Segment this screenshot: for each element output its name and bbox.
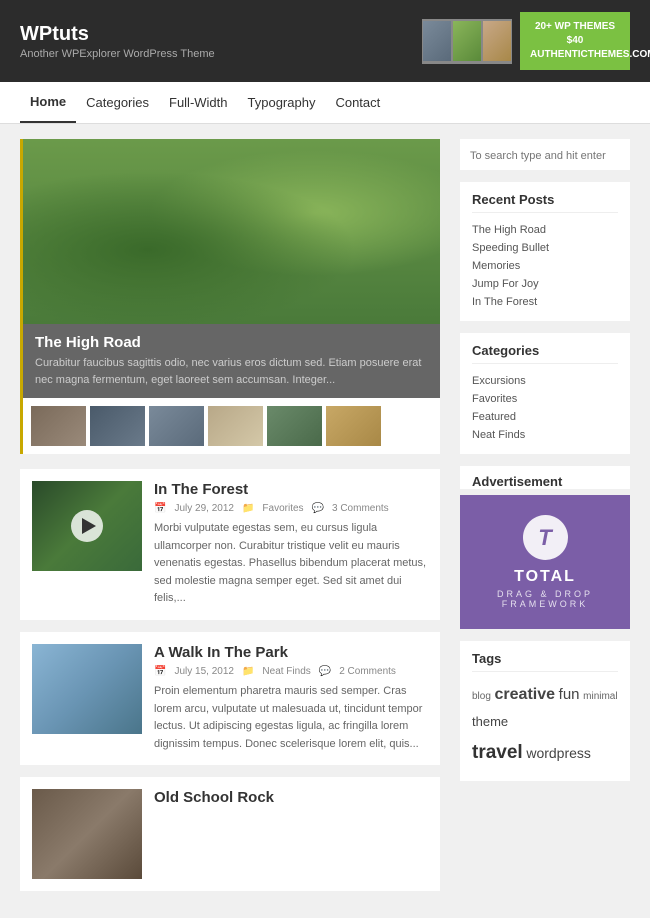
- post-meta-park: 📅 July 15, 2012 📁 Neat Finds 💬 2 Comment…: [154, 666, 428, 677]
- thumbnail-1[interactable]: [31, 406, 86, 446]
- ad-widget[interactable]: T TOTAL DRAG & DROPFRAMEWORK: [460, 495, 630, 629]
- post-date-icon: 📅: [154, 503, 166, 514]
- ad-cta-button[interactable]: 20+ WP THEMES $40 AUTHENTICTHEMES.COM: [520, 12, 630, 70]
- tag-theme[interactable]: theme: [472, 714, 508, 729]
- post-title-rock[interactable]: Old School Rock: [154, 789, 428, 806]
- sidebar-categories: Categories Excursions Favorites Featured…: [460, 333, 630, 454]
- category-favorites[interactable]: Favorites: [472, 390, 618, 408]
- post-walk-park: A Walk In The Park 📅 July 15, 2012 📁 Nea…: [20, 632, 440, 765]
- sidebar-tags: Tags blog creative fun minimal theme tra…: [460, 641, 630, 781]
- tags-cloud: blog creative fun minimal theme travel w…: [472, 680, 618, 771]
- tag-wordpress[interactable]: wordpress: [526, 745, 591, 761]
- site-title: WPtuts: [20, 23, 215, 46]
- post-comments-park[interactable]: 2 Comments: [339, 666, 396, 677]
- nav-home[interactable]: Home: [20, 82, 76, 123]
- main-navigation: Home Categories Full-Width Typography Co…: [0, 82, 650, 124]
- recent-post-5[interactable]: In The Forest: [472, 293, 618, 311]
- site-branding: WPtuts Another WPExplorer WordPress Them…: [20, 23, 215, 60]
- post-comments-forest[interactable]: 3 Comments: [332, 503, 389, 514]
- post-content-forest: In The Forest 📅 July 29, 2012 📁 Favorite…: [154, 481, 428, 608]
- post-content-rock: Old School Rock: [154, 789, 428, 879]
- ad-thumbnail: [422, 19, 512, 64]
- ad-widget-letter: T: [538, 525, 551, 551]
- ad-widget-circle: T: [523, 515, 568, 560]
- category-featured[interactable]: Featured: [472, 408, 618, 426]
- ad-widget-subtitle: DRAG & DROPFRAMEWORK: [480, 589, 610, 609]
- ad-widget-title: TOTAL: [480, 568, 610, 586]
- play-icon: [82, 518, 96, 534]
- post-date-icon-park: 📅: [154, 666, 166, 677]
- post-date-park: July 15, 2012: [174, 666, 234, 677]
- tag-creative[interactable]: creative: [495, 686, 556, 703]
- nav-contact[interactable]: Contact: [325, 83, 390, 122]
- sidebar: Recent Posts The High Road Speeding Bull…: [460, 139, 630, 903]
- post-excerpt-park: Proin elementum pharetra mauris sed semp…: [154, 683, 428, 753]
- site-header: WPtuts Another WPExplorer WordPress Them…: [0, 0, 650, 82]
- thumbnail-2[interactable]: [90, 406, 145, 446]
- post-thumbnail-rock[interactable]: [32, 789, 142, 879]
- tag-fun[interactable]: fun: [559, 686, 580, 703]
- post-thumbnail-park[interactable]: [32, 644, 142, 734]
- tag-blog[interactable]: blog: [472, 691, 491, 702]
- thumbnail-4[interactable]: [208, 406, 263, 446]
- play-button[interactable]: [71, 510, 103, 542]
- nav-typography[interactable]: Typography: [238, 83, 326, 122]
- featured-post-title[interactable]: The High Road: [35, 334, 428, 351]
- content-area: The High Road Curabitur faucibus sagitti…: [20, 139, 440, 903]
- post-category-icon: 📁: [242, 503, 254, 514]
- post-title-park[interactable]: A Walk In The Park: [154, 644, 428, 661]
- sidebar-search-box: [460, 139, 630, 170]
- categories-title: Categories: [472, 343, 618, 364]
- post-comment-icon: 💬: [312, 503, 324, 514]
- sidebar-recent-posts: Recent Posts The High Road Speeding Bull…: [460, 182, 630, 321]
- post-thumbnail-forest[interactable]: [32, 481, 142, 571]
- tag-minimal[interactable]: minimal: [583, 691, 617, 702]
- thumbnail-6[interactable]: [326, 406, 381, 446]
- post-category-icon-park: 📁: [242, 666, 254, 677]
- tag-travel[interactable]: travel: [472, 742, 523, 763]
- post-in-the-forest: In The Forest 📅 July 29, 2012 📁 Favorite…: [20, 469, 440, 620]
- post-category-park[interactable]: Neat Finds: [262, 666, 310, 677]
- search-input[interactable]: [470, 150, 620, 162]
- featured-post-excerpt: Curabitur faucibus sagittis odio, nec va…: [35, 355, 428, 388]
- recent-post-4[interactable]: Jump For Joy: [472, 275, 618, 293]
- featured-post-image[interactable]: [23, 139, 440, 324]
- post-comment-icon-park: 💬: [319, 666, 331, 677]
- main-container: The High Road Curabitur faucibus sagitti…: [0, 124, 650, 918]
- thumbnail-3[interactable]: [149, 406, 204, 446]
- thumbnail-strip: [23, 398, 440, 454]
- header-advertisement[interactable]: 20+ WP THEMES $40 AUTHENTICTHEMES.COM: [422, 12, 630, 70]
- advertisement-label: Advertisement: [460, 466, 630, 489]
- post-title-forest[interactable]: In The Forest: [154, 481, 428, 498]
- post-excerpt-forest: Morbi vulputate egestas sem, eu cursus l…: [154, 520, 428, 608]
- recent-posts-title: Recent Posts: [472, 192, 618, 213]
- nav-categories[interactable]: Categories: [76, 83, 159, 122]
- featured-post-caption: The High Road Curabitur faucibus sagitti…: [23, 324, 440, 398]
- tags-title: Tags: [472, 651, 618, 672]
- category-excursions[interactable]: Excursions: [472, 372, 618, 390]
- recent-post-3[interactable]: Memories: [472, 257, 618, 275]
- thumbnail-5[interactable]: [267, 406, 322, 446]
- featured-post: The High Road Curabitur faucibus sagitti…: [20, 139, 440, 454]
- post-old-school-rock: Old School Rock: [20, 777, 440, 891]
- nav-full-width[interactable]: Full-Width: [159, 83, 238, 122]
- post-meta-forest: 📅 July 29, 2012 📁 Favorites 💬 3 Comments: [154, 503, 428, 514]
- post-category-forest[interactable]: Favorites: [262, 503, 303, 514]
- category-neat-finds[interactable]: Neat Finds: [472, 426, 618, 444]
- post-date-forest: July 29, 2012: [174, 503, 234, 514]
- recent-post-2[interactable]: Speeding Bullet: [472, 239, 618, 257]
- recent-post-1[interactable]: The High Road: [472, 221, 618, 239]
- post-content-park: A Walk In The Park 📅 July 15, 2012 📁 Nea…: [154, 644, 428, 753]
- site-subtitle: Another WPExplorer WordPress Theme: [20, 48, 215, 60]
